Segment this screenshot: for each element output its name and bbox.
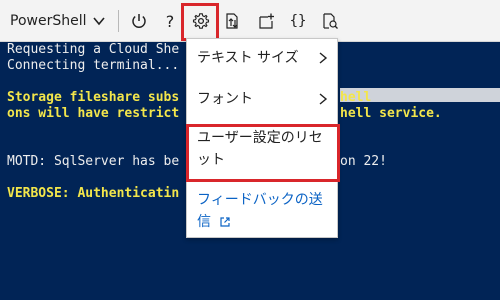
menu-item-label: 信 (197, 214, 211, 230)
terminal-line: Requesting a Cloud She (7, 42, 180, 57)
shell-selector-label: PowerShell (10, 13, 87, 29)
menu-item-font[interactable]: フォント (187, 88, 337, 110)
menu-item-label: フォント (197, 91, 253, 107)
terminal-line: Connecting terminal... (7, 58, 180, 73)
menu-item-feedback[interactable]: フィードバックの送 信 (187, 189, 337, 233)
reset-highlight (186, 124, 340, 182)
menu-item-text-size[interactable]: テキスト サイズ (187, 47, 337, 69)
terminal-line: Storage fileshare subs (7, 90, 180, 105)
braces-icon: {} (289, 13, 307, 29)
help-button[interactable]: ? (158, 9, 182, 33)
web-preview-icon (323, 13, 338, 29)
chevron-right-icon (317, 47, 329, 69)
upload-download-icon (226, 13, 238, 29)
new-session-icon (259, 13, 274, 29)
shell-selector[interactable]: PowerShell (2, 8, 112, 34)
terminal-line-tail: on 22! (340, 154, 387, 169)
toolbar-separator (118, 10, 119, 32)
chevron-right-icon (317, 88, 329, 110)
terminal-line: ons will have restrict (7, 106, 180, 121)
external-link-icon (220, 217, 231, 227)
menu-item-label: テキスト サイズ (197, 50, 299, 66)
terminal-line-tail: hell service. (340, 106, 442, 121)
menu-item-label: フィードバックの送 (197, 192, 323, 208)
terminal-line: MOTD: SqlServer has be (7, 154, 180, 169)
settings-highlight (181, 3, 219, 41)
terminal-line-tail: hell (340, 90, 372, 105)
new-session-button[interactable] (254, 9, 278, 33)
help-icon: ? (165, 11, 175, 31)
web-preview-button[interactable] (318, 9, 342, 33)
power-icon (132, 14, 146, 28)
toolbar: PowerShell ? {} (0, 0, 500, 42)
terminal-line: VERBOSE: Authenticatin (7, 186, 180, 201)
terminal-output-tail: hell hell service. on 22! (340, 42, 500, 169)
editor-button[interactable]: {} (286, 9, 310, 33)
upload-download-button[interactable] (221, 9, 245, 33)
chevron-down-icon (93, 17, 106, 26)
restart-button[interactable] (127, 9, 151, 33)
